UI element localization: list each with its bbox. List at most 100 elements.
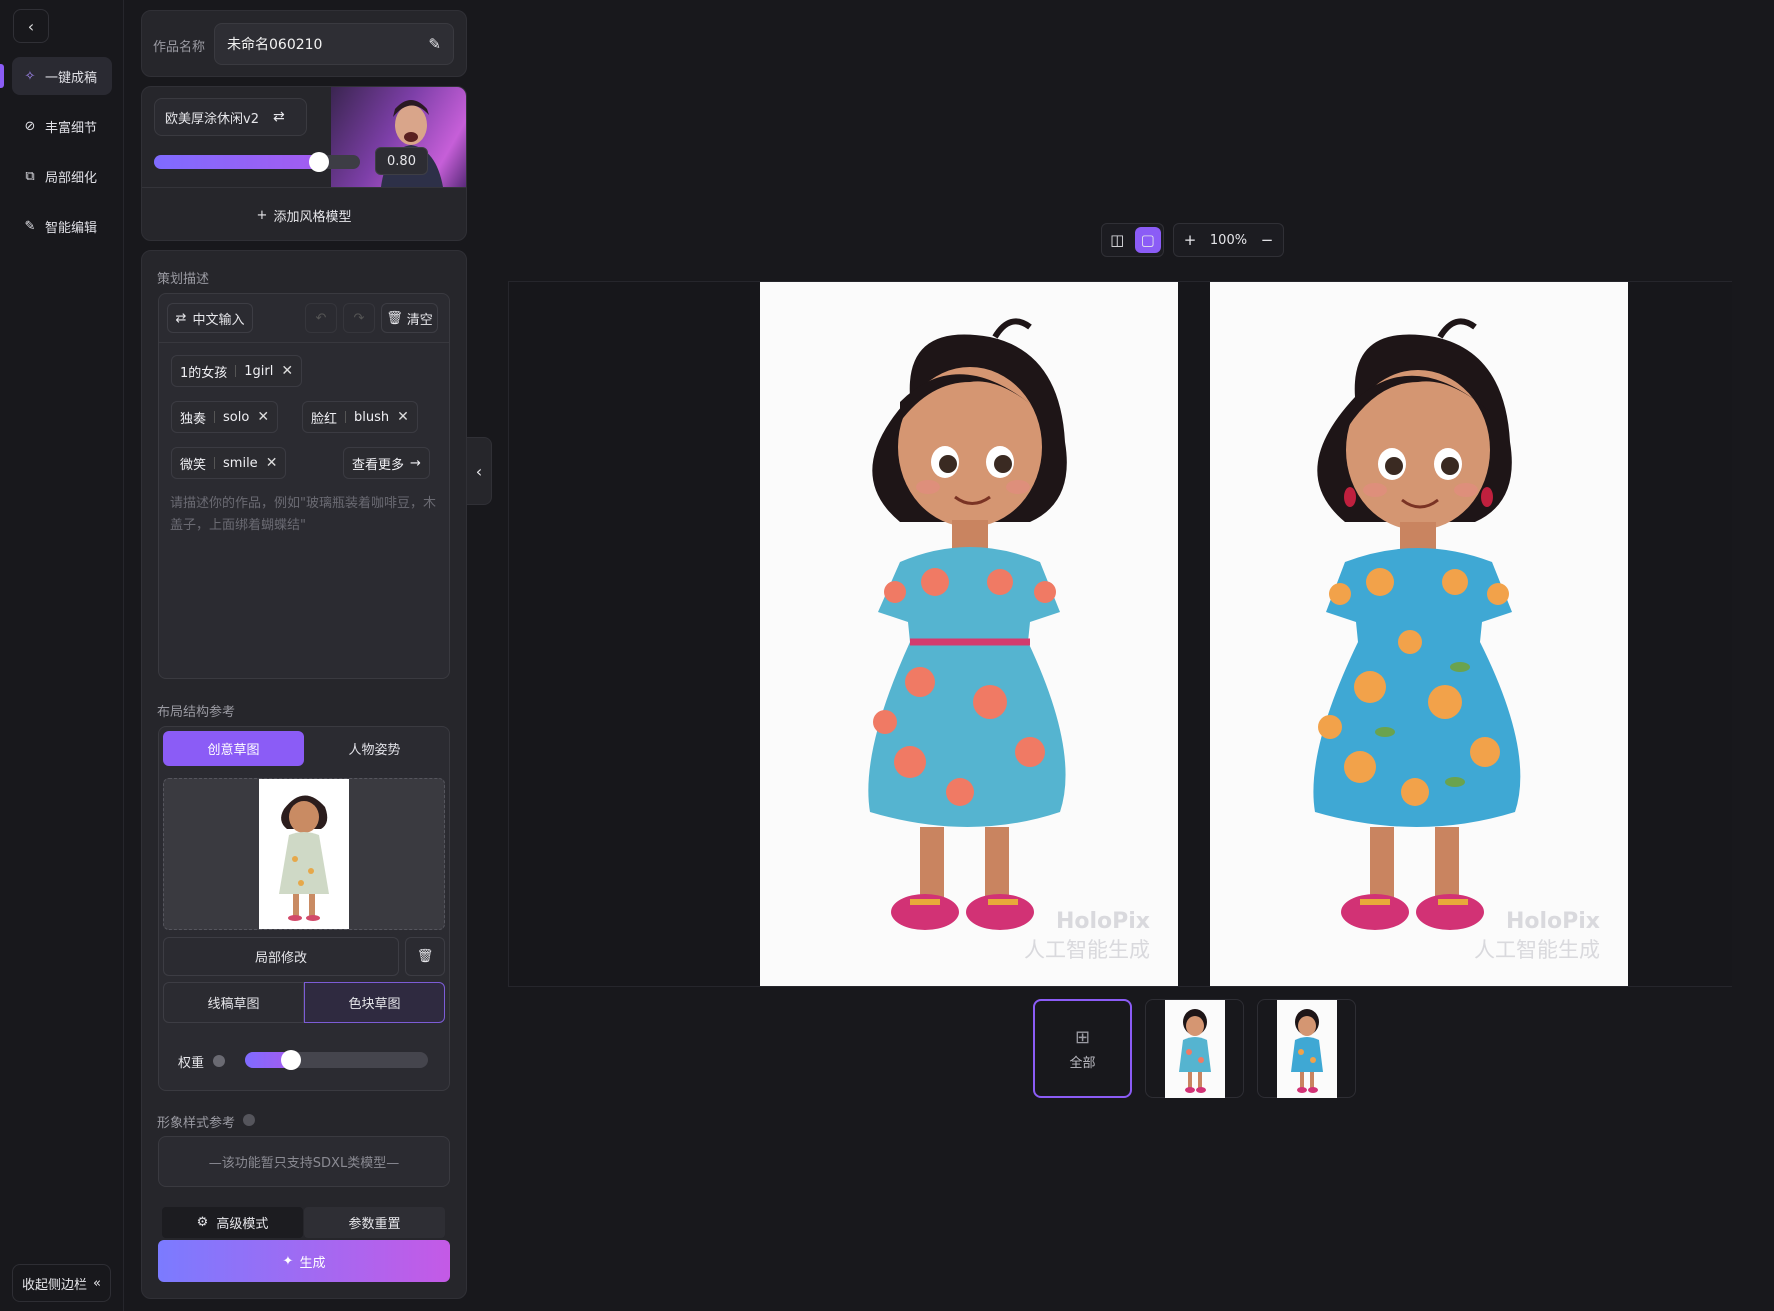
close-icon[interactable]: ✕ — [257, 409, 269, 425]
prompt-tag[interactable]: 1的女孩 1girl ✕ — [171, 355, 303, 387]
line-sketch-option[interactable]: 线稿草图 — [163, 982, 304, 1023]
weight-label: 权重 — [178, 1056, 205, 1071]
undo-icon: ↶ — [315, 310, 327, 326]
view-mode-toggle: ◫ ▢ — [1101, 223, 1164, 257]
local-edit-button[interactable]: 局部修改 — [163, 937, 399, 976]
zoom-level: 100% — [1209, 232, 1248, 248]
thumbnail-2[interactable] — [1257, 999, 1356, 1098]
nav-item-smart-edit[interactable]: ✎ 智能编辑 — [12, 207, 112, 245]
thumbnail-image — [1276, 999, 1337, 1098]
magic-icon: ✦ — [282, 1253, 294, 1269]
prompt-tag[interactable]: 独奏 solo ✕ — [171, 401, 279, 433]
style-weight-value[interactable]: 0.80 — [375, 147, 428, 175]
nav-item-label: 智能编辑 — [45, 220, 98, 236]
arrow-right-icon: → — [410, 455, 421, 471]
slider-knob[interactable] — [281, 1050, 301, 1070]
tag-en: solo — [223, 409, 250, 425]
zoom-in-icon[interactable]: + — [1180, 225, 1200, 255]
layout-ref-label: 布局结构参考 — [157, 705, 236, 720]
prompt-tag[interactable]: 脸红 blush ✕ — [302, 401, 418, 433]
sliders-icon: ⚙ — [196, 1215, 209, 1230]
nav-item-local-refine[interactable]: ⧉ 局部细化 — [12, 157, 112, 195]
input-mode-button[interactable]: ⇄ 中文输入 — [167, 303, 253, 333]
nav-item-label: 局部细化 — [45, 170, 98, 186]
panel-toggle-handle[interactable]: ‹ — [467, 437, 492, 505]
thumb-all-button[interactable]: ⊞ 全部 — [1033, 999, 1132, 1098]
square-icon: ▢ — [1140, 231, 1155, 249]
watermark-brand: HoloPix — [1505, 909, 1600, 934]
sketch-thumbnail — [259, 779, 349, 929]
work-name-value: 未命名060210 — [227, 37, 323, 53]
nav-item-one-click[interactable]: ✧ 一键成稿 — [12, 57, 112, 95]
advanced-mode-button[interactable]: ⚙ 高级模式 — [162, 1207, 303, 1238]
prompt-placeholder[interactable]: 请描述你的作品，例如"玻璃瓶装着咖啡豆，木盖子，上面绑着蝴蝶结" — [170, 493, 440, 537]
add-style-model-label: 添加风格模型 — [273, 209, 352, 225]
advanced-mode-label: 高级模式 — [216, 1217, 269, 1232]
zoom-control: + 100% − — [1173, 223, 1284, 257]
style-ref-notice: —该功能暂只支持SDXL类模型— — [158, 1136, 450, 1187]
style-model-name: 欧美厚涂休闲v2 — [165, 111, 259, 127]
swap-icon: ⇄ — [175, 310, 187, 326]
edit-icon[interactable]: ✎ — [428, 35, 441, 53]
chevron-left-icon: ‹ — [27, 16, 35, 36]
tab-pose[interactable]: 人物姿势 — [304, 731, 445, 766]
prompt-tag[interactable]: 微笑 smile ✕ — [171, 447, 287, 479]
close-icon[interactable]: ✕ — [266, 455, 278, 471]
girl-illustration — [868, 318, 1067, 930]
girl-sketch-illustration — [279, 795, 329, 921]
double-chevron-left-icon: « — [93, 1275, 101, 1291]
watermark-text: 人工智能生成 — [1024, 938, 1150, 962]
tab-creative-sketch[interactable]: 创意草图 — [163, 731, 304, 766]
thumbnail-image — [1164, 999, 1225, 1098]
info-icon[interactable] — [243, 1114, 255, 1126]
trash-icon: 🗑 — [416, 949, 434, 964]
style-model-selector[interactable]: 欧美厚涂休闲v2 ⇄ — [154, 98, 307, 136]
zoom-out-icon[interactable]: − — [1257, 225, 1277, 255]
plus-icon: + — [256, 207, 268, 223]
reset-params-button[interactable]: 参数重置 — [304, 1207, 445, 1238]
close-icon[interactable]: ✕ — [281, 363, 293, 379]
result-image-1[interactable]: HoloPix 人工智能生成 — [760, 282, 1178, 986]
view-more-button[interactable]: 查看更多 → — [343, 447, 430, 479]
clear-button[interactable]: 🗑 清空 — [381, 303, 438, 333]
work-name-label: 作品名称 — [153, 40, 206, 55]
left-rail — [0, 0, 124, 1311]
generate-label: 生成 — [299, 1255, 326, 1271]
work-name-input[interactable]: 未命名060210 ✎ — [214, 23, 454, 65]
redo-button[interactable]: ↷ — [343, 303, 375, 333]
prompt-box — [158, 293, 450, 679]
result-image-2[interactable]: HoloPix 人工智能生成 — [1210, 282, 1628, 986]
collapse-label: 收起侧边栏 — [22, 1277, 88, 1293]
view-more-label: 查看更多 — [352, 457, 405, 473]
slider-knob[interactable] — [309, 152, 329, 172]
close-icon[interactable]: ✕ — [397, 409, 409, 425]
style-ref-label: 形象样式参考 — [157, 1116, 236, 1131]
slider-fill — [154, 155, 319, 169]
layout-weight-slider[interactable] — [245, 1050, 428, 1070]
split-view-button[interactable]: ◫ — [1104, 227, 1130, 253]
trash-icon: 🗑 — [386, 310, 403, 326]
single-view-button[interactable]: ▢ — [1134, 227, 1161, 253]
thumbnail-1[interactable] — [1145, 999, 1244, 1098]
redo-icon: ↷ — [353, 310, 365, 326]
active-indicator — [0, 64, 4, 88]
nav-item-enrich-detail[interactable]: ⊘ 丰富细节 — [12, 107, 112, 145]
add-style-model-button[interactable]: + 添加风格模型 — [141, 196, 467, 234]
color-block-sketch-option[interactable]: 色块草图 — [304, 982, 445, 1023]
watermark-text: 人工智能生成 — [1474, 938, 1600, 962]
tag-zh: 脸红 — [311, 411, 338, 427]
nav-item-label: 一键成稿 — [45, 70, 98, 86]
split-view-icon: ◫ — [1110, 231, 1125, 249]
clear-label: 清空 — [406, 312, 433, 328]
delete-sketch-button[interactable]: 🗑 — [405, 937, 445, 976]
tag-en: blush — [354, 409, 390, 425]
chevron-left-icon: ‹ — [475, 461, 483, 481]
undo-button[interactable]: ↶ — [305, 303, 337, 333]
tag-zh: 微笑 — [180, 457, 207, 473]
collapse-sidebar-button[interactable]: 收起侧边栏 « — [12, 1264, 111, 1302]
back-button[interactable]: ‹ — [13, 9, 49, 43]
info-icon[interactable] — [213, 1055, 225, 1067]
generate-button[interactable]: ✦ 生成 — [158, 1240, 450, 1282]
style-weight-slider[interactable] — [154, 152, 360, 172]
thumb-all-label: 全部 — [1069, 1055, 1096, 1071]
